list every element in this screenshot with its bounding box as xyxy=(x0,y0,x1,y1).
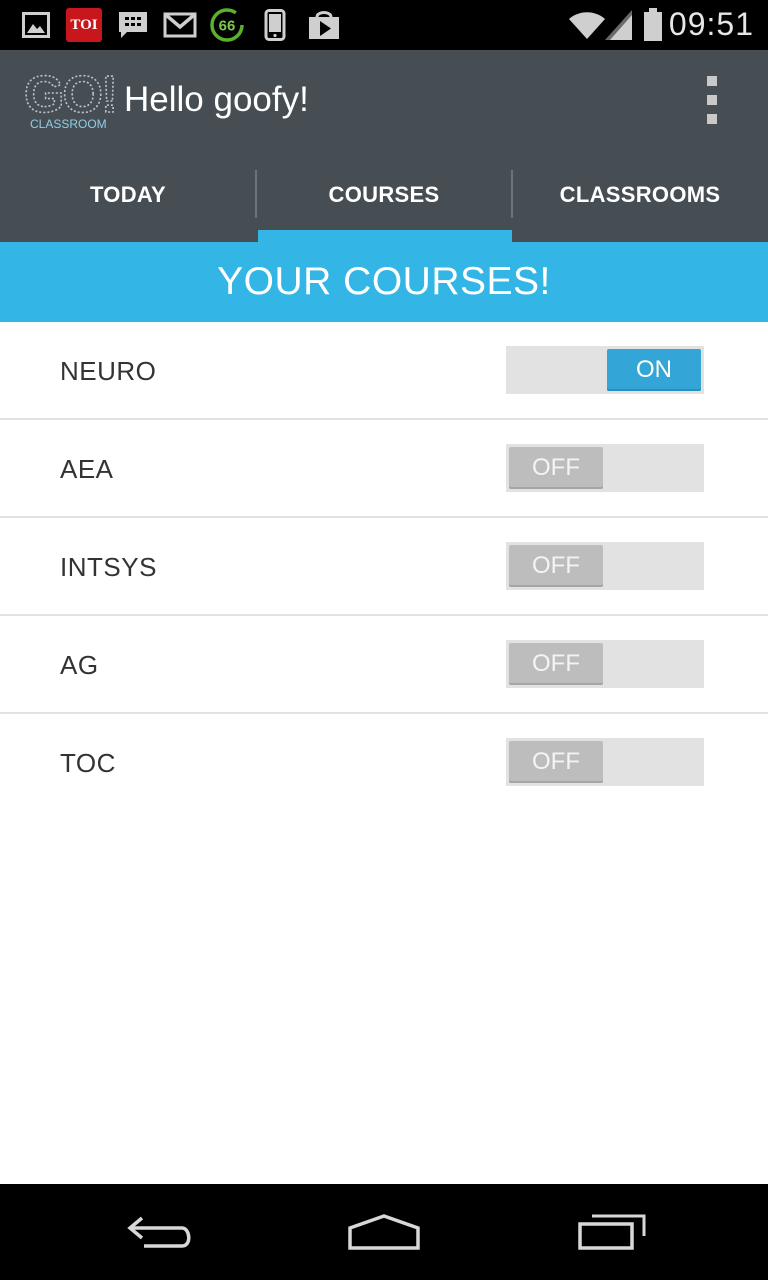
app-logo[interactable]: GO! CLASSROOM xyxy=(22,65,119,132)
image-icon xyxy=(20,9,52,41)
action-bar: GO! CLASSROOM Hello goofy! xyxy=(0,50,768,148)
course-name: INTSYS xyxy=(60,552,157,582)
toggle-thumb: OFF xyxy=(509,447,603,489)
list-item: TOC OFF xyxy=(0,714,768,812)
status-time: 09:51 xyxy=(668,6,754,42)
battery-icon xyxy=(642,8,664,41)
list-item: NEURO ON xyxy=(0,322,768,420)
course-toggle[interactable]: OFF xyxy=(506,444,704,492)
back-icon[interactable] xyxy=(120,1208,200,1256)
section-title: YOUR COURSES! xyxy=(217,260,551,303)
list-item: AG OFF xyxy=(0,616,768,714)
toi-label: TOI xyxy=(70,16,98,33)
logo-text: GO! xyxy=(24,66,116,124)
toggle-thumb: OFF xyxy=(509,545,603,587)
list-item: AEA OFF xyxy=(0,420,768,518)
logo-subtext: CLASSROOM xyxy=(30,117,107,131)
overflow-menu-icon[interactable] xyxy=(700,76,724,124)
tab-classrooms[interactable]: CLASSROOMS xyxy=(512,148,768,242)
course-name: TOC xyxy=(60,748,116,778)
course-toggle[interactable]: OFF xyxy=(506,738,704,786)
toi-app-icon: TOI xyxy=(66,8,102,42)
toggle-thumb: OFF xyxy=(509,643,603,685)
tab-courses[interactable]: COURSES xyxy=(256,148,513,242)
wifi-icon xyxy=(566,9,608,41)
home-icon[interactable] xyxy=(344,1208,424,1256)
course-name: AEA xyxy=(60,454,114,484)
tab-today[interactable]: TODAY xyxy=(0,148,257,242)
widget-count: 66 xyxy=(219,18,236,35)
play-store-icon xyxy=(306,9,342,41)
course-toggle[interactable]: ON xyxy=(506,346,704,394)
tab-label: CLASSROOMS xyxy=(559,182,721,207)
phone-device-icon xyxy=(262,9,288,41)
battery-widget-icon: 66 xyxy=(208,8,246,42)
list-item: INTSYS OFF xyxy=(0,518,768,616)
overflow-dot xyxy=(707,114,717,124)
course-name: AG xyxy=(60,650,99,680)
section-header: YOUR COURSES! xyxy=(0,242,768,322)
toggle-thumb: ON xyxy=(607,349,701,391)
tab-label: TODAY xyxy=(89,182,167,207)
recent-apps-icon[interactable] xyxy=(570,1208,650,1256)
overflow-dot xyxy=(707,95,717,105)
tab-bar: TODAY COURSES CLASSROOMS xyxy=(0,148,768,242)
signal-icon xyxy=(604,9,634,41)
gmail-icon xyxy=(162,9,198,41)
toggle-thumb: OFF xyxy=(509,741,603,783)
page-title: Hello goofy! xyxy=(124,80,309,119)
tab-active-indicator xyxy=(258,230,512,242)
course-name: NEURO xyxy=(60,356,157,386)
status-bar: TOI 66 09:51 xyxy=(0,0,768,50)
overflow-dot xyxy=(707,76,717,86)
course-list: NEURO ON AEA OFF INTSYS OFF AG OFF TOC O… xyxy=(0,322,768,812)
bbm-icon xyxy=(116,9,150,41)
course-toggle[interactable]: OFF xyxy=(506,640,704,688)
navigation-bar xyxy=(0,1184,768,1280)
tab-label: COURSES xyxy=(328,182,440,207)
course-toggle[interactable]: OFF xyxy=(506,542,704,590)
